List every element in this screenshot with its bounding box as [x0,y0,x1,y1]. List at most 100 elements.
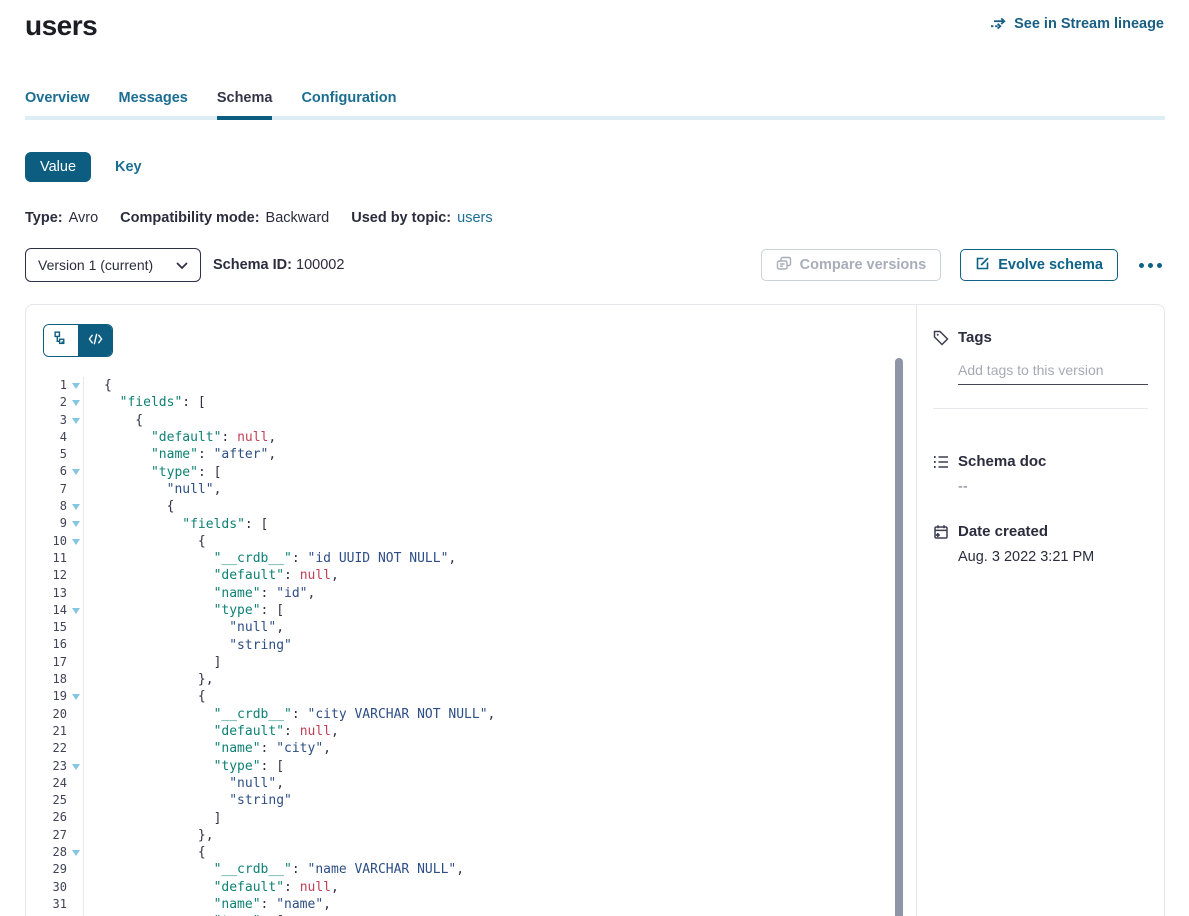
fold-toggle-icon[interactable] [72,608,80,614]
code-line: 9 "fields": [ [26,515,916,532]
schema-doc-value: -- [958,479,1148,495]
line-number: 19 [53,689,67,703]
line-number: 26 [53,810,67,824]
gutter-cell: 11 [26,550,84,567]
code-line: 28 { [26,844,916,861]
fold-toggle-icon[interactable] [72,418,80,424]
schema-panel: 1{2 "fields": [3 {4 "default": null,5 "n… [25,304,1165,916]
header: users See in Stream lineage [25,0,1164,42]
tab-configuration[interactable]: Configuration [301,90,396,116]
calendar-plus-icon [933,524,949,540]
compare-versions-label: Compare versions [800,257,927,273]
date-created-header: Date created [933,523,1148,540]
tab-messages[interactable]: Messages [119,90,188,116]
editor-scrollbar[interactable] [895,358,903,916]
type-value: Avro [69,210,99,226]
tree-view-icon [54,331,69,351]
code-text: "name": "name", [84,897,331,912]
gutter-cell: 30 [26,879,84,896]
edit-icon [975,256,990,275]
line-number: 21 [53,724,67,738]
type-label: Type: [25,210,63,226]
line-number: 24 [53,776,67,790]
line-number: 7 [60,482,67,496]
code-line: 4 "default": null, [26,429,916,446]
line-number: 1 [60,378,67,392]
value-toggle-button[interactable]: Value [25,152,91,182]
code-view-button[interactable] [78,325,112,356]
gutter-cell: 23 [26,758,84,775]
code-text: "null", [84,620,284,635]
fold-toggle-icon[interactable] [72,694,80,700]
code-text: "__crdb__": "city VARCHAR NOT NULL", [84,707,495,722]
gutter-cell: 8 [26,498,84,515]
gutter-cell: 28 [26,844,84,861]
tree-view-button[interactable] [44,325,78,356]
code-text: { [84,499,174,514]
code-text: { [84,689,206,704]
fold-toggle-icon[interactable] [72,504,80,510]
gutter-cell: 29 [26,861,84,878]
line-number: 10 [53,534,67,548]
line-number: 31 [53,897,67,911]
version-select[interactable]: Version 1 (current) [25,248,201,282]
code-text: { [84,534,206,549]
code-line: 30 "default": null, [26,879,916,896]
active-tab-indicator [217,116,272,120]
stream-lineage-link[interactable]: See in Stream lineage [990,16,1164,32]
date-created-section: Date created Aug. 3 2022 3:21 PM [933,523,1148,565]
gutter-cell: 6 [26,463,84,480]
fold-toggle-icon[interactable] [72,383,80,389]
code-text: "fields": [ [84,517,268,532]
fold-toggle-icon[interactable] [72,764,80,770]
key-toggle-button[interactable]: Key [115,159,142,175]
code-text: "string" [84,638,292,653]
fold-toggle-icon[interactable] [72,521,80,527]
more-options-button[interactable] [1137,257,1164,274]
version-select-value: Version 1 (current) [38,257,153,273]
compare-versions-button[interactable]: Compare versions [761,249,942,281]
gutter-cell: 12 [26,567,84,584]
evolve-schema-label: Evolve schema [998,257,1103,273]
code-line: 2 "fields": [ [26,394,916,411]
gutter-cell: 22 [26,740,84,757]
code-text: "type": [ [84,603,284,618]
page: users See in Stream lineage Overview Mes… [0,0,1189,916]
code-line: 7 "null", [26,481,916,498]
ellipsis-icon [1139,263,1144,268]
date-created-value: Aug. 3 2022 3:21 PM [958,549,1148,565]
line-number: 4 [60,430,67,444]
add-tags-input[interactable] [958,360,1148,385]
topic-link[interactable]: users [457,210,492,226]
line-number: 27 [53,828,67,842]
code-text: "fields": [ [84,395,206,410]
line-number: 20 [53,707,67,721]
tag-icon [933,330,949,346]
tab-overview[interactable]: Overview [25,90,90,116]
code-text: "default": null, [84,880,339,895]
fold-toggle-icon[interactable] [72,400,80,406]
line-number: 8 [60,499,67,513]
code-text: { [84,845,206,860]
view-toggle [43,324,113,357]
line-number: 11 [53,551,67,565]
tab-schema[interactable]: Schema [217,90,273,116]
tab-underline-track [25,116,1165,120]
tab-bar: Overview Messages Schema Configuration [25,90,1164,116]
fold-toggle-icon[interactable] [72,850,80,856]
code-line: 27 }, [26,827,916,844]
gutter-cell: 3 [26,412,84,429]
gutter-cell: 1 [26,377,84,394]
schema-editor[interactable]: 1{2 "fields": [3 {4 "default": null,5 "n… [26,377,916,916]
line-number: 16 [53,637,67,651]
fold-toggle-icon[interactable] [72,539,80,545]
evolve-schema-button[interactable]: Evolve schema [960,249,1118,281]
code-line: 10 { [26,533,916,550]
stream-lineage-label: See in Stream lineage [1014,16,1164,32]
code-text: }, [84,828,214,843]
code-text: "default": null, [84,724,339,739]
fold-toggle-icon[interactable] [72,469,80,475]
gutter-cell: 10 [26,533,84,550]
gutter-cell: 26 [26,809,84,826]
stream-lineage-icon [990,16,1007,32]
